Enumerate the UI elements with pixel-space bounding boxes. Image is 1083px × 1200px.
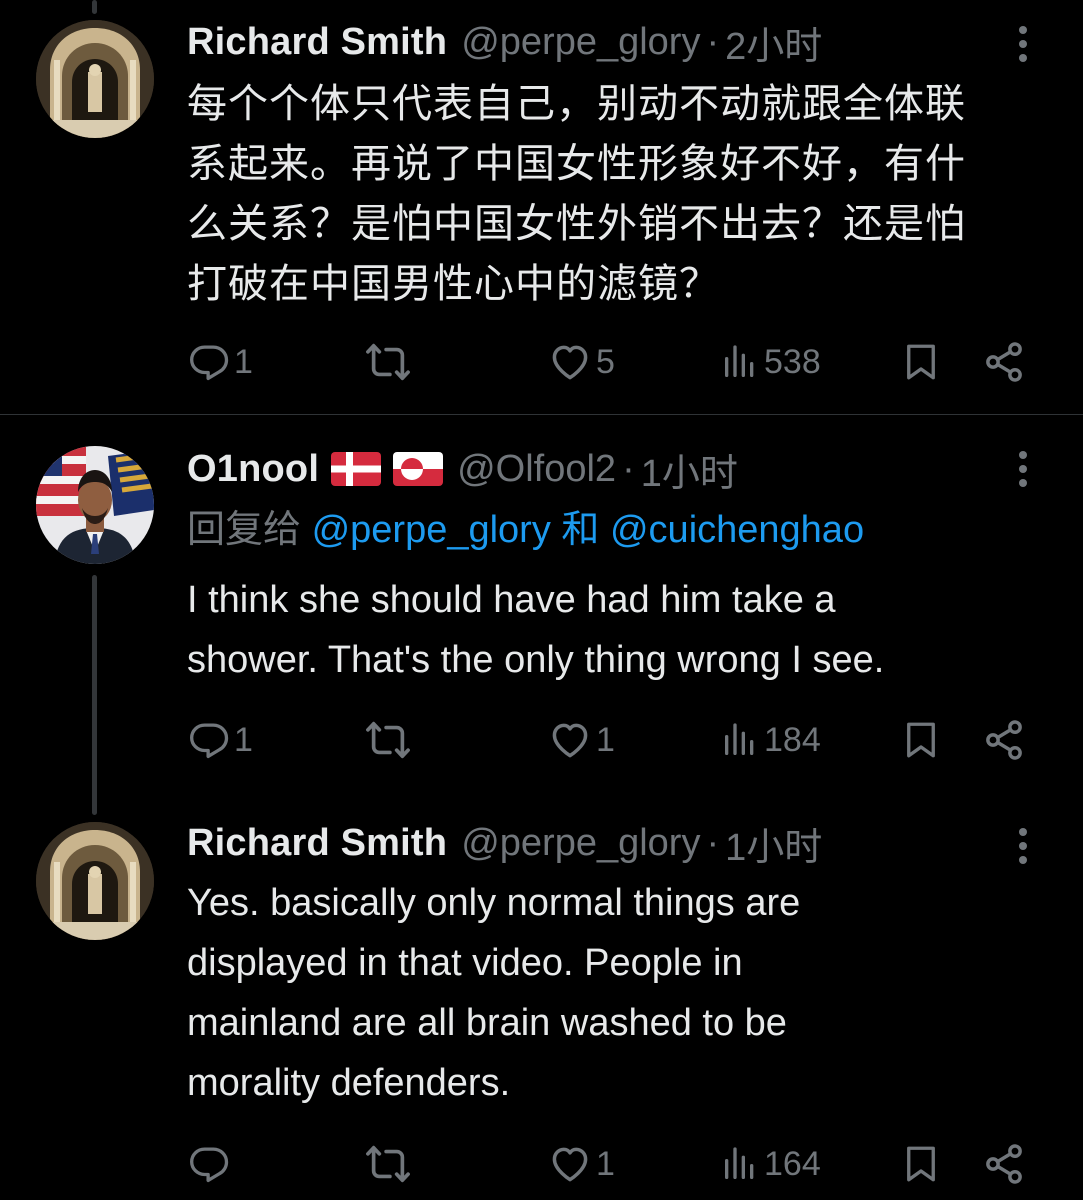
- tweet-header: Richard Smith @perpe_glory · 1小时: [187, 815, 822, 871]
- divider: [0, 414, 1083, 415]
- retweet-button[interactable]: [365, 1134, 415, 1194]
- reply-icon: [188, 1143, 230, 1185]
- views-icon: [720, 1144, 760, 1184]
- tweet-text-line: I think she should have had him take a: [187, 579, 836, 621]
- views-count: 164: [764, 1144, 821, 1183]
- share-button[interactable]: [982, 332, 1026, 392]
- bookmark-icon: [900, 341, 942, 383]
- action-bar: 1 164: [0, 1134, 1083, 1194]
- reply-button[interactable]: [188, 1134, 234, 1194]
- views-icon: [720, 342, 760, 382]
- tweet-text-line: 么关系？是怕中国女性外销不出去？还是怕: [187, 202, 966, 246]
- like-icon: [548, 1142, 592, 1186]
- reply-count: 1: [234, 720, 253, 759]
- more-icon[interactable]: [1008, 441, 1038, 497]
- thread-line-top: [92, 0, 97, 14]
- reply-icon: [188, 341, 230, 383]
- tweet-header: Richard Smith @perpe_glory · 2小时: [187, 14, 822, 70]
- reply-and: 和: [561, 509, 600, 551]
- views-count: 538: [764, 342, 821, 381]
- reply-count: 1: [234, 342, 253, 381]
- action-bar: 1 1 184: [0, 710, 1083, 770]
- display-name[interactable]: Richard Smith: [187, 21, 447, 64]
- like-count: 5: [596, 342, 615, 381]
- bookmark-icon: [900, 719, 942, 761]
- views-button[interactable]: 164: [720, 1134, 821, 1194]
- tweet-text-line: 每个个体只代表自己，别动不动就跟全体联: [187, 82, 966, 126]
- tweet-text-line: Yes. basically only normal things are: [187, 882, 801, 924]
- user-handle[interactable]: @perpe_glory: [461, 822, 700, 865]
- reply-button[interactable]: 1: [188, 710, 253, 770]
- like-button[interactable]: 1: [548, 710, 615, 770]
- timestamp[interactable]: 1小时: [725, 816, 822, 871]
- tweet-text-line: morality defenders.: [187, 1062, 511, 1104]
- thread-line: [92, 575, 97, 815]
- views-button[interactable]: 538: [720, 332, 821, 392]
- like-button[interactable]: 1: [548, 1134, 615, 1194]
- views-icon: [720, 720, 760, 760]
- tweet-text-line: displayed in that video. People in: [187, 942, 743, 984]
- timestamp[interactable]: 1小时: [641, 442, 738, 497]
- tweet-text-line: mainland are all brain washed to be: [187, 1002, 787, 1044]
- user-handle[interactable]: @Olfool2: [457, 448, 616, 491]
- tweet-text: Yes. basically only normal things are di…: [187, 873, 1047, 1113]
- user-handle[interactable]: @perpe_glory: [461, 21, 700, 64]
- avatar[interactable]: [36, 20, 154, 138]
- retweet-button[interactable]: [365, 710, 415, 770]
- tweet-text-line: 打破在中国男性心中的滤镜？: [187, 262, 720, 306]
- action-bar: 1 5 538: [0, 332, 1083, 392]
- tweet-text-line: shower. That's the only thing wrong I se…: [187, 639, 885, 681]
- reply-context: 回复给 @perpe_glory 和 @cuichenghao: [187, 500, 864, 560]
- separator-dot: ·: [622, 447, 635, 490]
- share-button[interactable]: [982, 1134, 1026, 1194]
- tweet-text: I think she should have had him take a s…: [187, 570, 1047, 690]
- tweet-header: O1nool @Olfool2 · 1小时: [187, 441, 738, 497]
- retweet-icon: [365, 717, 411, 763]
- reply-icon: [188, 719, 230, 761]
- tweet-text: 每个个体只代表自己，别动不动就跟全体联 系起来。再说了中国女性形象好不好，有什 …: [187, 74, 1047, 314]
- reply-button[interactable]: 1: [188, 332, 253, 392]
- share-button[interactable]: [982, 710, 1026, 770]
- reply-prefix: 回复给: [187, 509, 302, 551]
- retweet-button[interactable]: [365, 332, 415, 392]
- share-icon: [982, 1142, 1026, 1186]
- bookmark-button[interactable]: [900, 1134, 942, 1194]
- greenland-flag-icon: [393, 452, 443, 486]
- more-icon[interactable]: [1008, 16, 1038, 72]
- views-button[interactable]: 184: [720, 710, 821, 770]
- bookmark-button[interactable]: [900, 332, 942, 392]
- avatar[interactable]: [36, 822, 154, 940]
- like-count: 1: [596, 1144, 615, 1183]
- views-count: 184: [764, 720, 821, 759]
- share-icon: [982, 340, 1026, 384]
- retweet-icon: [365, 339, 411, 385]
- tweet-text-line: 系起来。再说了中国女性形象好不好，有什: [187, 142, 966, 186]
- display-name[interactable]: Richard Smith: [187, 822, 447, 865]
- separator-dot: ·: [706, 821, 720, 864]
- separator-dot: ·: [706, 20, 720, 63]
- like-button[interactable]: 5: [548, 332, 615, 392]
- denmark-flag-icon: [331, 452, 381, 486]
- avatar[interactable]: [36, 446, 154, 564]
- mention-link[interactable]: @perpe_glory: [312, 509, 551, 551]
- bookmark-button[interactable]: [900, 710, 942, 770]
- like-icon: [548, 718, 592, 762]
- bookmark-icon: [900, 1143, 942, 1185]
- mention-link[interactable]: @cuichenghao: [610, 509, 864, 551]
- more-icon[interactable]: [1008, 818, 1038, 874]
- like-count: 1: [596, 720, 615, 759]
- share-icon: [982, 718, 1026, 762]
- display-name[interactable]: O1nool: [187, 448, 319, 491]
- timestamp[interactable]: 2小时: [725, 15, 822, 70]
- retweet-icon: [365, 1141, 411, 1187]
- like-icon: [548, 340, 592, 384]
